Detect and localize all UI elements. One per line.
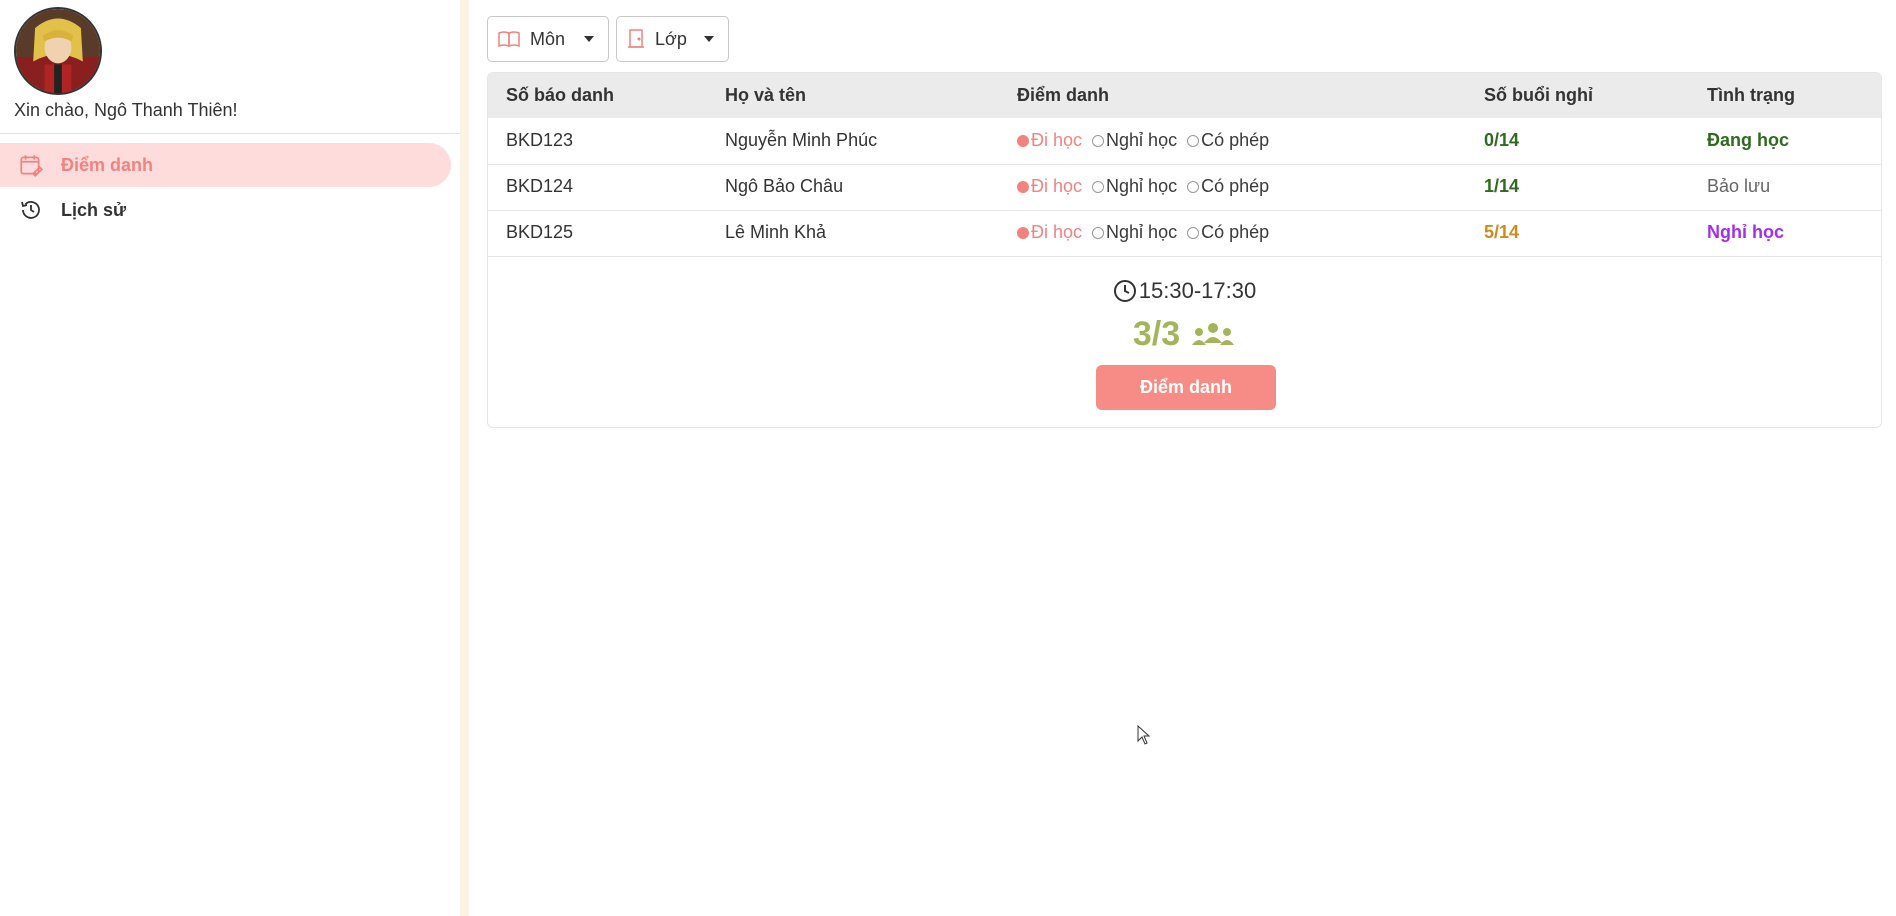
radio-label: Nghỉ học (1106, 130, 1178, 150)
class-dropdown[interactable]: Lớp (616, 16, 729, 62)
header-absences: Số buổi nghỉ (1484, 85, 1593, 105)
door-icon (627, 29, 645, 49)
radio-present[interactable]: Đi học (1017, 130, 1082, 151)
radio-dot (1092, 180, 1105, 193)
clock-icon (1113, 279, 1137, 303)
history-icon (16, 195, 46, 225)
radio-label: Nghỉ học (1106, 222, 1178, 242)
header-full-name: Họ và tên (725, 85, 807, 105)
sidebar-divider (460, 0, 469, 916)
absence-count: 5/14 (1484, 222, 1520, 242)
subject-dropdown[interactable]: Môn (487, 16, 609, 62)
sidebar-item-attendance[interactable]: Điểm danh (0, 143, 451, 187)
radio-dot (1187, 134, 1200, 147)
session-time-text: 15:30-17:30 (1138, 278, 1257, 303)
attendance-table-card: Số báo danh Họ và tên Điểm danh Số buổi … (487, 72, 1882, 428)
class-dropdown-label: Lớp (655, 28, 687, 49)
status-badge: Bảo lưu (1707, 176, 1771, 196)
radio-dot (1017, 180, 1029, 193)
radio-absent[interactable]: Nghỉ học (1092, 176, 1177, 197)
table-row: BKD125 Lê Minh Khả Đi học Nghỉ học Có ph… (488, 210, 1881, 257)
radio-present[interactable]: Đi học (1017, 176, 1082, 197)
radio-dot (1092, 134, 1105, 147)
radio-absent[interactable]: Nghỉ học (1092, 130, 1177, 151)
avatar[interactable] (14, 7, 102, 95)
radio-label: Có phép (1201, 176, 1270, 196)
radio-dot (1017, 134, 1029, 147)
submit-attendance-button[interactable]: Điểm danh (1096, 365, 1276, 410)
sidebar-item-label: Lịch sử (61, 199, 127, 220)
users-group-icon (1190, 321, 1236, 349)
sidebar: Xin chào, Ngô Thanh Thiên! Điểm danh Lịc… (0, 0, 462, 916)
radio-excused[interactable]: Có phép (1187, 130, 1269, 151)
present-count: 3/3 (488, 315, 1881, 354)
table-header: Số báo danh Họ và tên Điểm danh Số buổi … (488, 73, 1881, 118)
table-row: BKD124 Ngô Bảo Châu Đi học Nghỉ học Có p… (488, 164, 1881, 211)
radio-label: Đi học (1031, 222, 1083, 242)
book-icon (498, 30, 520, 48)
table-row: BKD123 Nguyễn Minh Phúc Đi học Nghỉ học … (488, 118, 1881, 165)
session-time: 15:30-17:30 (488, 278, 1881, 304)
header-student-id: Số báo danh (506, 85, 614, 105)
radio-present[interactable]: Đi học (1017, 222, 1082, 243)
radio-label: Đi học (1031, 130, 1083, 150)
sidebar-separator (0, 133, 460, 134)
greeting-text: Xin chào, Ngô Thanh Thiên! (14, 100, 238, 120)
student-id: BKD125 (506, 222, 574, 242)
student-id: BKD123 (506, 130, 574, 150)
radio-label: Đi học (1031, 176, 1083, 196)
attendance-radio-group: Đi học Nghỉ học Có phép (1017, 130, 1279, 151)
status-badge: Đang học (1707, 130, 1790, 150)
radio-dot (1017, 226, 1029, 239)
student-name: Nguyễn Minh Phúc (725, 130, 878, 150)
student-name: Ngô Bảo Châu (725, 176, 844, 196)
status-badge: Nghỉ học (1707, 222, 1784, 242)
absence-count: 1/14 (1484, 176, 1520, 196)
radio-label: Nghỉ học (1106, 176, 1178, 196)
header-attendance: Điểm danh (1017, 85, 1110, 105)
radio-dot (1187, 226, 1200, 239)
mouse-cursor-icon (1137, 724, 1151, 750)
avatar-image (16, 9, 100, 93)
chevron-down-icon (584, 36, 594, 42)
radio-excused[interactable]: Có phép (1187, 222, 1269, 243)
present-count-text: 3/3 (1132, 315, 1181, 353)
radio-excused[interactable]: Có phép (1187, 176, 1269, 197)
sidebar-item-label: Điểm danh (61, 154, 154, 175)
attendance-radio-group: Đi học Nghỉ học Có phép (1017, 176, 1279, 197)
chevron-down-icon (704, 36, 714, 42)
student-name: Lê Minh Khả (725, 222, 827, 242)
absence-count: 0/14 (1484, 130, 1520, 150)
student-id: BKD124 (506, 176, 574, 196)
sidebar-item-history[interactable]: Lịch sử (0, 188, 126, 232)
radio-label: Có phép (1201, 222, 1270, 242)
radio-dot (1187, 180, 1200, 193)
radio-absent[interactable]: Nghỉ học (1092, 222, 1177, 243)
header-status: Tình trạng (1707, 85, 1795, 105)
subject-dropdown-label: Môn (530, 28, 566, 49)
radio-label: Có phép (1201, 130, 1270, 150)
radio-dot (1092, 226, 1105, 239)
attendance-radio-group: Đi học Nghỉ học Có phép (1017, 222, 1279, 243)
calendar-edit-icon (16, 150, 46, 180)
